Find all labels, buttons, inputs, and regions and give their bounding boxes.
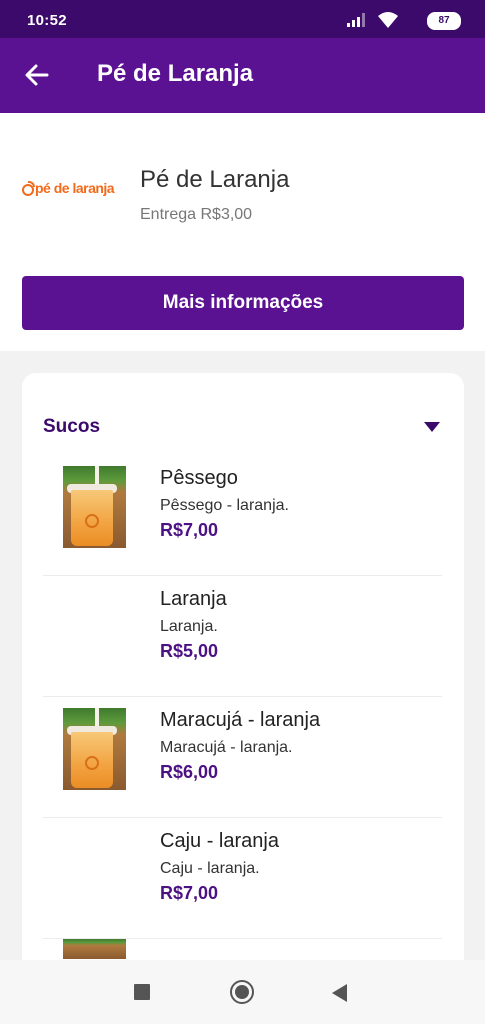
- product-image: [63, 708, 126, 790]
- recents-square-icon[interactable]: [134, 984, 150, 1000]
- product-name: Pêssego: [160, 467, 238, 489]
- system-nav-bar: [0, 960, 485, 1024]
- product-description: Laranja.: [160, 618, 218, 635]
- more-info-button[interactable]: Mais informações: [22, 276, 464, 330]
- delivery-fee: Entrega R$3,00: [140, 206, 253, 223]
- back-triangle-icon[interactable]: [332, 984, 347, 1002]
- store-logo-text: pé de laranja: [35, 180, 115, 196]
- product-name: Laranja: [160, 588, 227, 610]
- orange-logo-icon: [22, 181, 35, 196]
- list-item[interactable]: Pêssego Pêssego - laranja. R$7,00: [43, 455, 442, 576]
- store-name: Pé de Laranja: [140, 166, 290, 193]
- list-item[interactable]: Maracujá - laranja Maracujá - laranja. R…: [43, 697, 442, 818]
- list-item[interactable]: Caju - laranja Caju - laranja. R$7,00: [43, 818, 442, 939]
- product-price: R$7,00: [160, 520, 219, 540]
- product-description: Maracujá - laranja.: [160, 739, 293, 756]
- product-description: Pêssego - laranja.: [160, 497, 289, 514]
- signal-icon: [347, 13, 365, 27]
- product-name: Caju - laranja: [160, 830, 279, 852]
- product-price: R$5,00: [160, 641, 219, 661]
- product-price: R$6,00: [160, 762, 219, 782]
- product-list: Pêssego Pêssego - laranja. R$7,00 Laranj…: [22, 455, 464, 993]
- wifi-icon: [378, 12, 398, 28]
- product-name: Maracujá - laranja: [160, 709, 321, 731]
- product-price: R$7,00: [160, 883, 219, 903]
- category-title: Sucos: [43, 416, 101, 437]
- home-circle-icon[interactable]: [230, 980, 254, 1004]
- status-bar: 10:52 87: [0, 0, 485, 38]
- battery-icon: 87: [427, 12, 461, 30]
- arrow-left-icon[interactable]: [20, 58, 54, 92]
- product-image: [63, 466, 126, 548]
- chevron-down-icon[interactable]: [424, 422, 440, 432]
- page-title: Pé de Laranja: [97, 60, 254, 87]
- product-image: [63, 939, 126, 959]
- status-time: 10:52: [27, 12, 67, 29]
- category-header-sucos[interactable]: Sucos: [22, 373, 464, 453]
- app-bar: Pé de Laranja: [0, 38, 485, 113]
- store-header: pé de laranja Pé de Laranja Entrega R$3,…: [0, 113, 485, 351]
- product-description: Caju - laranja.: [160, 860, 260, 877]
- list-item[interactable]: Laranja Laranja. R$5,00: [43, 576, 442, 697]
- store-logo: pé de laranja: [22, 180, 132, 204]
- menu-card: Sucos Pêssego Pêssego - laranja. R$7,00 …: [22, 373, 464, 993]
